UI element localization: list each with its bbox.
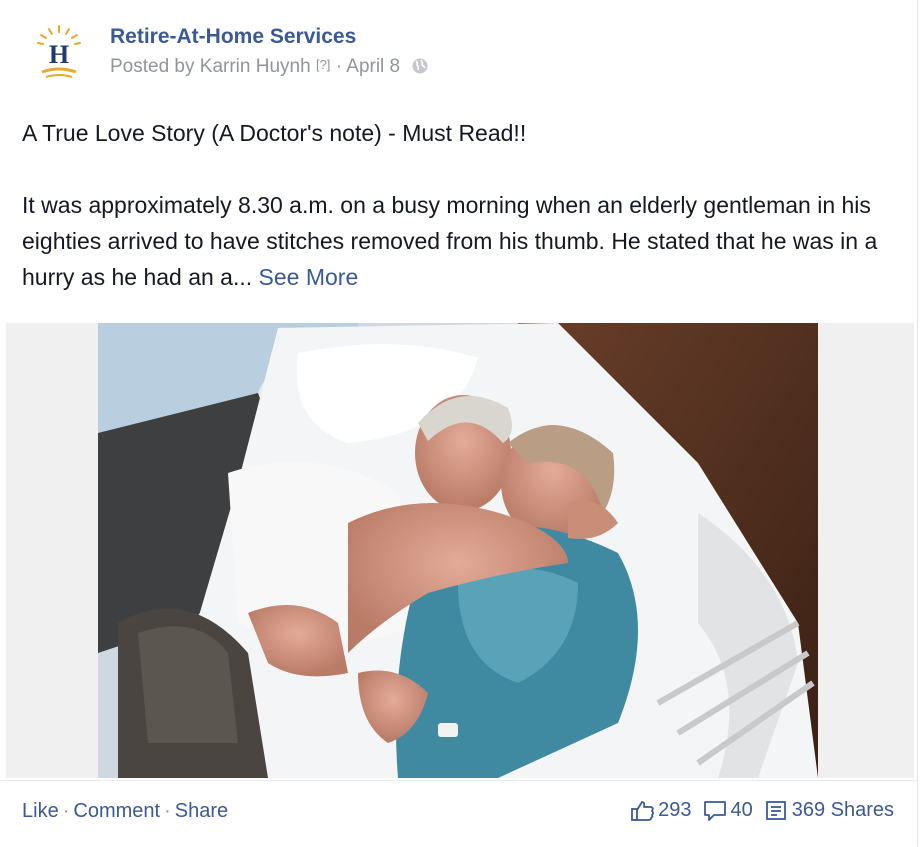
post-body-text: It was approximately 8.30 a.m. on a busy… xyxy=(22,192,878,290)
comment-button[interactable]: Comment xyxy=(73,800,160,822)
see-more-link[interactable]: See More xyxy=(259,264,359,290)
share-count-value: 369 Shares xyxy=(791,799,894,821)
like-button[interactable]: Like xyxy=(22,800,59,822)
action-separator: · xyxy=(164,800,171,822)
share-count[interactable]: 369 Shares xyxy=(765,799,894,822)
post-actions: Like · Comment · Share xyxy=(22,800,228,823)
meta-separator: · xyxy=(335,56,343,77)
page-logo-icon[interactable]: H xyxy=(32,22,86,82)
comment-count-value: 40 xyxy=(730,799,753,821)
posted-by-label: Posted by xyxy=(110,56,195,77)
globe-icon[interactable] xyxy=(411,57,429,75)
author-link[interactable]: Karrin Huynh xyxy=(200,56,311,77)
post-header: H Retire-At-Home Services Posted by Karr… xyxy=(32,22,892,82)
post-photo[interactable] xyxy=(98,323,818,778)
help-link[interactable]: [?] xyxy=(316,57,330,72)
comment-bubble-icon xyxy=(704,800,727,821)
like-count-value: 293 xyxy=(658,799,692,821)
post-meta: Posted by Karrin Huynh [?] · April 8 xyxy=(110,56,429,78)
like-count[interactable]: 293 xyxy=(631,799,691,822)
post-body: It was approximately 8.30 a.m. on a busy… xyxy=(22,187,902,295)
post-stats: 293 40 369 Shares xyxy=(619,799,894,822)
post-media xyxy=(6,323,914,778)
share-icon xyxy=(765,800,786,820)
logo-letter: H xyxy=(49,40,69,69)
page-name-link[interactable]: Retire-At-Home Services xyxy=(110,25,356,49)
action-separator: · xyxy=(62,800,70,822)
post-title: A True Love Story (A Doctor's note) - Mu… xyxy=(22,120,527,146)
comment-count[interactable]: 40 xyxy=(703,799,753,822)
post-card: H Retire-At-Home Services Posted by Karr… xyxy=(0,0,918,846)
share-button[interactable]: Share xyxy=(175,800,228,822)
post-text: A True Love Story (A Doctor's note) - Mu… xyxy=(22,115,902,295)
post-footer: Like · Comment · Share 293 40 369 Shares xyxy=(0,780,918,847)
post-date-link[interactable]: April 8 xyxy=(346,56,400,77)
thumbs-up-icon xyxy=(631,800,654,821)
